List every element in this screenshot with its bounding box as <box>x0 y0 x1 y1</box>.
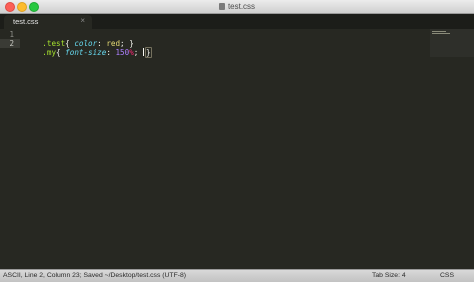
syntax-selector[interactable]: CSS <box>440 272 454 279</box>
tab-test-css[interactable]: test.css × <box>4 15 92 29</box>
line-number-2: 2 <box>9 39 14 48</box>
minimap-line <box>432 33 450 34</box>
window-title: test.css <box>227 2 256 11</box>
open-brace: { <box>56 48 66 57</box>
line-number-1: 1 <box>9 30 14 39</box>
close-brace: } <box>144 47 152 58</box>
tab-close-icon[interactable]: × <box>80 16 85 25</box>
status-message: ASCII, Line 2, Column 23; Saved ~/Deskto… <box>3 272 187 279</box>
minimap[interactable] <box>430 29 474 57</box>
semicolon: ; <box>133 48 143 57</box>
tab-label: test.css <box>13 17 39 26</box>
minimap-line <box>432 31 446 32</box>
tab-size-selector[interactable]: Tab Size: 4 <box>372 272 406 279</box>
code-line-2: .my{ font-size: 150%; } <box>24 39 152 66</box>
code-editor[interactable]: 1 2 .test{ color: red; } .my{ font-size:… <box>0 29 474 269</box>
text-cursor <box>142 48 144 56</box>
css-selector: .my <box>42 48 57 57</box>
css-property: font-size <box>65 48 107 57</box>
document-icon <box>218 3 225 10</box>
css-number: 150 <box>115 48 130 57</box>
tab-bar: test.css × <box>0 14 474 29</box>
window-title-area: test.css <box>0 0 474 13</box>
status-bar: ASCII, Line 2, Column 23; Saved ~/Deskto… <box>0 269 474 282</box>
line-number-gutter: 1 2 <box>0 29 20 269</box>
window-titlebar: test.css <box>0 0 474 14</box>
